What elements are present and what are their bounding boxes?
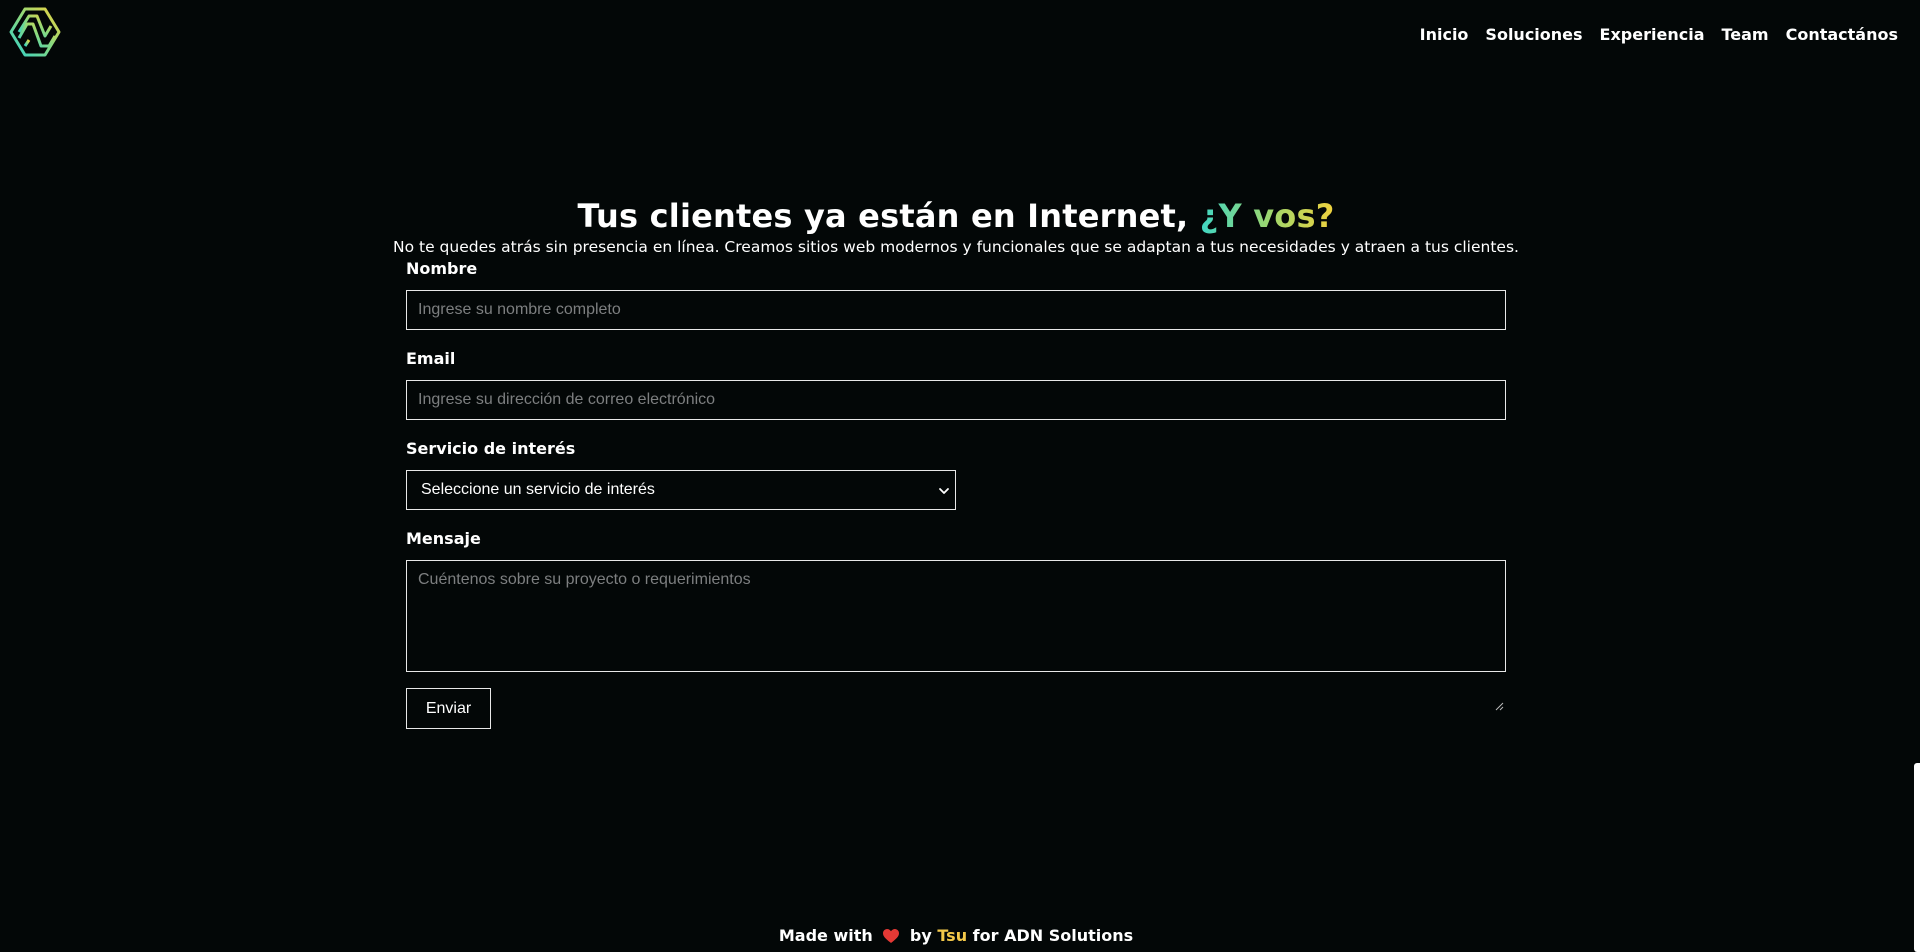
scrollbar-thumb[interactable] [1914,763,1920,952]
nav-item-experiencia[interactable]: Experiencia [1600,24,1705,46]
footer-by: by [909,926,932,945]
email-field[interactable] [406,380,1506,420]
chevron-down-icon [939,488,949,494]
page-subtitle: No te quedes atrás sin presencia en líne… [393,238,1519,256]
page-title-text: Tus clientes ya están en Internet, [577,197,1189,235]
nav-item-contactanos[interactable]: Contactános [1786,24,1898,46]
footer-made-with: Made with [778,926,873,945]
service-select-value: Seleccione un servicio de interés [421,481,655,498]
nav-item-soluciones[interactable]: Soluciones [1485,24,1582,46]
name-field[interactable] [406,290,1506,330]
service-select[interactable]: Seleccione un servicio de interés [406,470,956,510]
footer-author[interactable]: Tsu [937,926,967,945]
adn-logo-icon[interactable] [7,6,63,58]
resize-grip-icon[interactable] [1494,701,1504,711]
nav-item-team[interactable]: Team [1721,24,1768,46]
service-label: Servicio de interés [406,439,576,458]
message-field[interactable] [406,560,1506,672]
email-label: Email [406,349,456,368]
contact-page: Inicio Soluciones Experiencia Team Conta… [0,0,1920,952]
message-label: Mensaje [406,529,481,548]
nav-item-inicio[interactable]: Inicio [1420,24,1469,46]
name-label: Nombre [406,259,478,278]
submit-button[interactable]: Enviar [406,688,491,729]
footer-credit: Made with by Tsu for ADN Solutions [0,925,1912,947]
footer-for: for ADN Solutions [972,926,1134,945]
page-title-accent: ¿Y vos? [1199,197,1335,235]
contact-form: Nombre Email Servicio de interés Selecci… [406,258,1506,729]
main-nav: Inicio Soluciones Experiencia Team Conta… [1420,24,1898,46]
heart-icon [883,929,900,943]
page-title: Tus clientes ya están en Internet, ¿Y vo… [0,194,1912,238]
